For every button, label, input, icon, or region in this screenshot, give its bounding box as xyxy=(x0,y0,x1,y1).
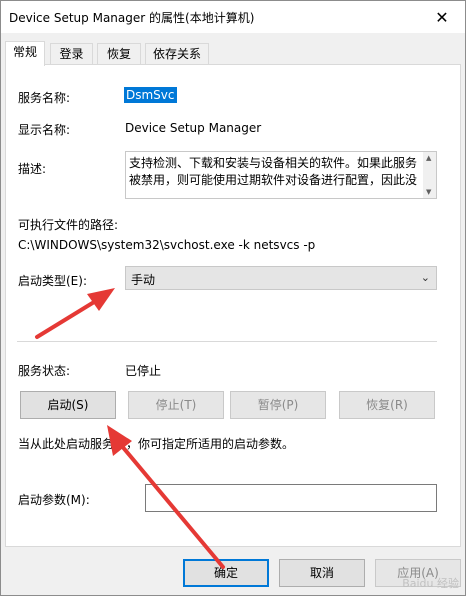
pause-button[interactable]: 暂停(P) xyxy=(230,391,326,419)
service-name-label: 服务名称: xyxy=(18,91,71,105)
watermark: Baidu 经验 xyxy=(402,577,459,590)
startup-type-value: 手动 xyxy=(131,273,156,287)
cancel-button[interactable]: 取消 xyxy=(279,559,365,587)
section-divider xyxy=(17,341,437,342)
start-params-input[interactable] xyxy=(145,484,437,512)
path-label: 可执行文件的路径: xyxy=(18,218,119,232)
tab-general[interactable]: 常规 xyxy=(5,41,45,66)
start-button[interactable]: 启动(S) xyxy=(20,391,116,419)
resume-button[interactable]: 恢复(R) xyxy=(339,391,435,419)
scroll-up-icon[interactable]: ▲ xyxy=(426,154,431,162)
close-icon: ✕ xyxy=(435,7,449,27)
description-box[interactable]: 支持检测、下载和安装与设备相关的软件。如果此服务被禁用，则可能使用过期软件对设备… xyxy=(125,151,437,199)
description-label: 描述: xyxy=(18,162,47,176)
stop-button[interactable]: 停止(T) xyxy=(128,391,224,419)
title-bar: Device Setup Manager 的属性(本地计算机) ✕ xyxy=(1,1,465,33)
tab-logon[interactable]: 登录 xyxy=(50,43,93,65)
start-params-label: 启动参数(M): xyxy=(18,493,90,507)
display-name-value[interactable]: Device Setup Manager xyxy=(125,121,261,135)
start-params-hint: 当从此处启动服务时，你可指定所适用的启动参数。 xyxy=(18,437,295,451)
display-name-label: 显示名称: xyxy=(18,123,71,137)
tab-strip: 常规 登录 恢复 依存关系 xyxy=(5,41,461,66)
properties-window: Device Setup Manager 的属性(本地计算机) ✕ 常规 登录 … xyxy=(0,0,466,596)
service-status-label: 服务状态: xyxy=(18,364,71,378)
general-panel: 服务名称: DsmSvc 显示名称: Device Setup Manager … xyxy=(5,64,461,547)
scroll-down-icon[interactable]: ▼ xyxy=(426,188,431,196)
service-name-value[interactable]: DsmSvc xyxy=(124,87,177,103)
close-button[interactable]: ✕ xyxy=(419,1,465,33)
service-status-value: 已停止 xyxy=(125,364,162,378)
description-scrollbar[interactable]: ▲ ▼ xyxy=(423,152,436,198)
ok-button[interactable]: 确定 xyxy=(183,559,269,587)
startup-type-dropdown[interactable]: 手动 ⌄ xyxy=(125,266,437,290)
startup-type-label: 启动类型(E): xyxy=(18,274,87,288)
description-text: 支持检测、下载和安装与设备相关的软件。如果此服务被禁用，则可能使用过期软件对设备… xyxy=(129,156,418,187)
tab-dependencies[interactable]: 依存关系 xyxy=(145,43,209,65)
tab-recovery[interactable]: 恢复 xyxy=(97,43,141,65)
chevron-down-icon: ⌄ xyxy=(420,271,430,284)
window-title: Device Setup Manager 的属性(本地计算机) xyxy=(9,11,255,25)
path-value[interactable]: C:\WINDOWS\system32\svchost.exe -k netsv… xyxy=(18,238,315,252)
